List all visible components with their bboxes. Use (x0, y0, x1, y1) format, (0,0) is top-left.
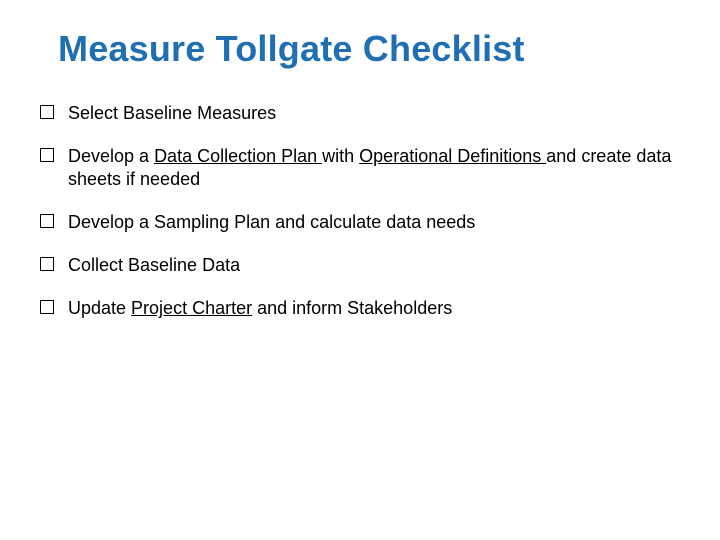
text-segment: Update (68, 298, 131, 318)
link-text[interactable]: Data Collection Plan (154, 146, 322, 166)
text-segment: Develop a Sampling Plan and calculate da… (68, 212, 475, 232)
checkbox-icon (40, 300, 54, 314)
checklist-item: Develop a Sampling Plan and calculate da… (40, 211, 680, 234)
checkbox-icon (40, 105, 54, 119)
text-segment: Select Baseline Measures (68, 103, 276, 123)
checkbox-icon (40, 148, 54, 162)
text-segment: and inform Stakeholders (252, 298, 452, 318)
checklist-item: Update Project Charter and inform Stakeh… (40, 297, 680, 320)
checklist-item: Select Baseline Measures (40, 102, 680, 125)
slide: Measure Tollgate Checklist Select Baseli… (0, 0, 720, 540)
checkbox-icon (40, 257, 54, 271)
checkbox-icon (40, 214, 54, 228)
checklist-item-text: Select Baseline Measures (68, 102, 680, 125)
text-segment: with (322, 146, 359, 166)
text-segment: Collect Baseline Data (68, 255, 240, 275)
link-text[interactable]: Project Charter (131, 298, 252, 318)
checklist-item: Develop a Data Collection Plan with Oper… (40, 145, 680, 191)
checklist-item-text: Update Project Charter and inform Stakeh… (68, 297, 680, 320)
page-title: Measure Tollgate Checklist (58, 28, 680, 70)
checklist-item-text: Develop a Data Collection Plan with Oper… (68, 145, 680, 191)
checklist-item-text: Develop a Sampling Plan and calculate da… (68, 211, 680, 234)
checklist-item-text: Collect Baseline Data (68, 254, 680, 277)
link-text[interactable]: Operational Definitions (359, 146, 546, 166)
checklist: Select Baseline Measures Develop a Data C… (40, 102, 680, 320)
checklist-item: Collect Baseline Data (40, 254, 680, 277)
text-segment: Develop a (68, 146, 154, 166)
